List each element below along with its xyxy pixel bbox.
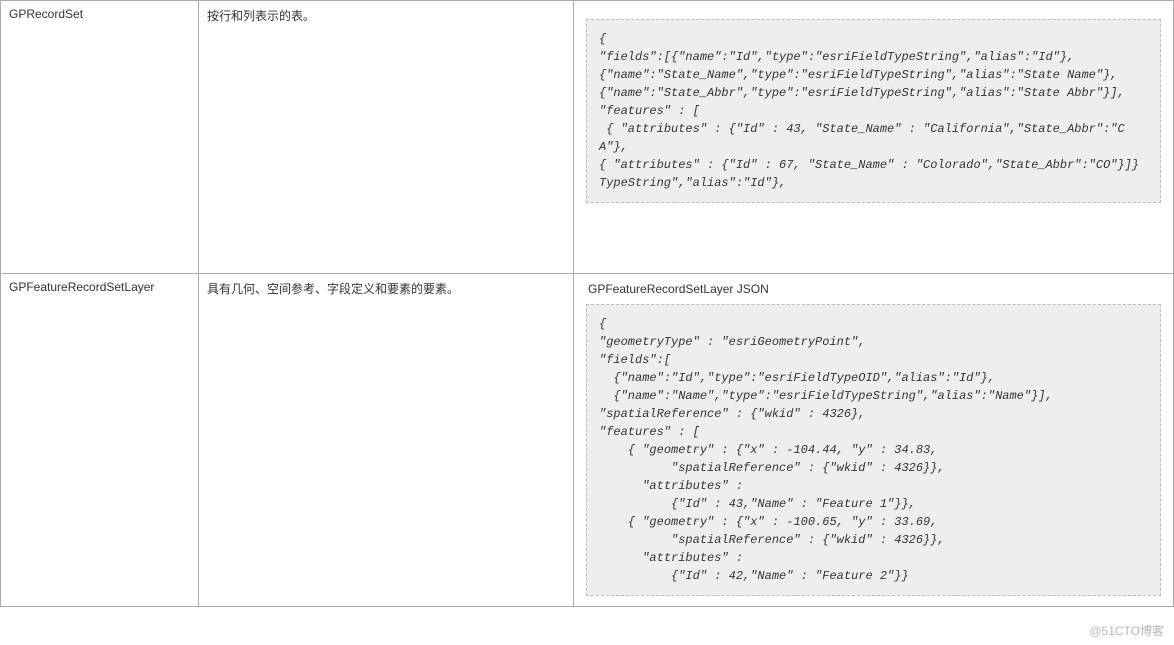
cell-description: 按行和列表示的表。 [199,1,574,274]
example-title: GPFeatureRecordSetLayer JSON [588,282,1161,296]
data-types-table: GPRecordSet 按行和列表示的表。 { "fields":[{"name… [0,0,1174,607]
description-text: 按行和列表示的表。 [207,9,315,23]
watermark: @51CTO博客 [1089,622,1164,639]
cell-example: { "fields":[{"name":"Id","type":"esriFie… [574,1,1174,274]
description-text: 具有几何、空间参考、字段定义和要素的要素。 [207,282,459,296]
cell-example: GPFeatureRecordSetLayer JSON { "geometry… [574,274,1174,607]
type-name-text: GPRecordSet [9,7,83,21]
cell-type-name: GPFeatureRecordSetLayer [1,274,199,607]
table-row: GPRecordSet 按行和列表示的表。 { "fields":[{"name… [1,1,1174,274]
table-row: GPFeatureRecordSetLayer 具有几何、空间参考、字段定义和要… [1,274,1174,607]
type-name-text: GPFeatureRecordSetLayer [9,280,154,294]
code-block: { "geometryType" : "esriGeometryPoint", … [586,304,1161,596]
cell-type-name: GPRecordSet [1,1,199,274]
code-block: { "fields":[{"name":"Id","type":"esriFie… [586,19,1161,203]
cell-description: 具有几何、空间参考、字段定义和要素的要素。 [199,274,574,607]
